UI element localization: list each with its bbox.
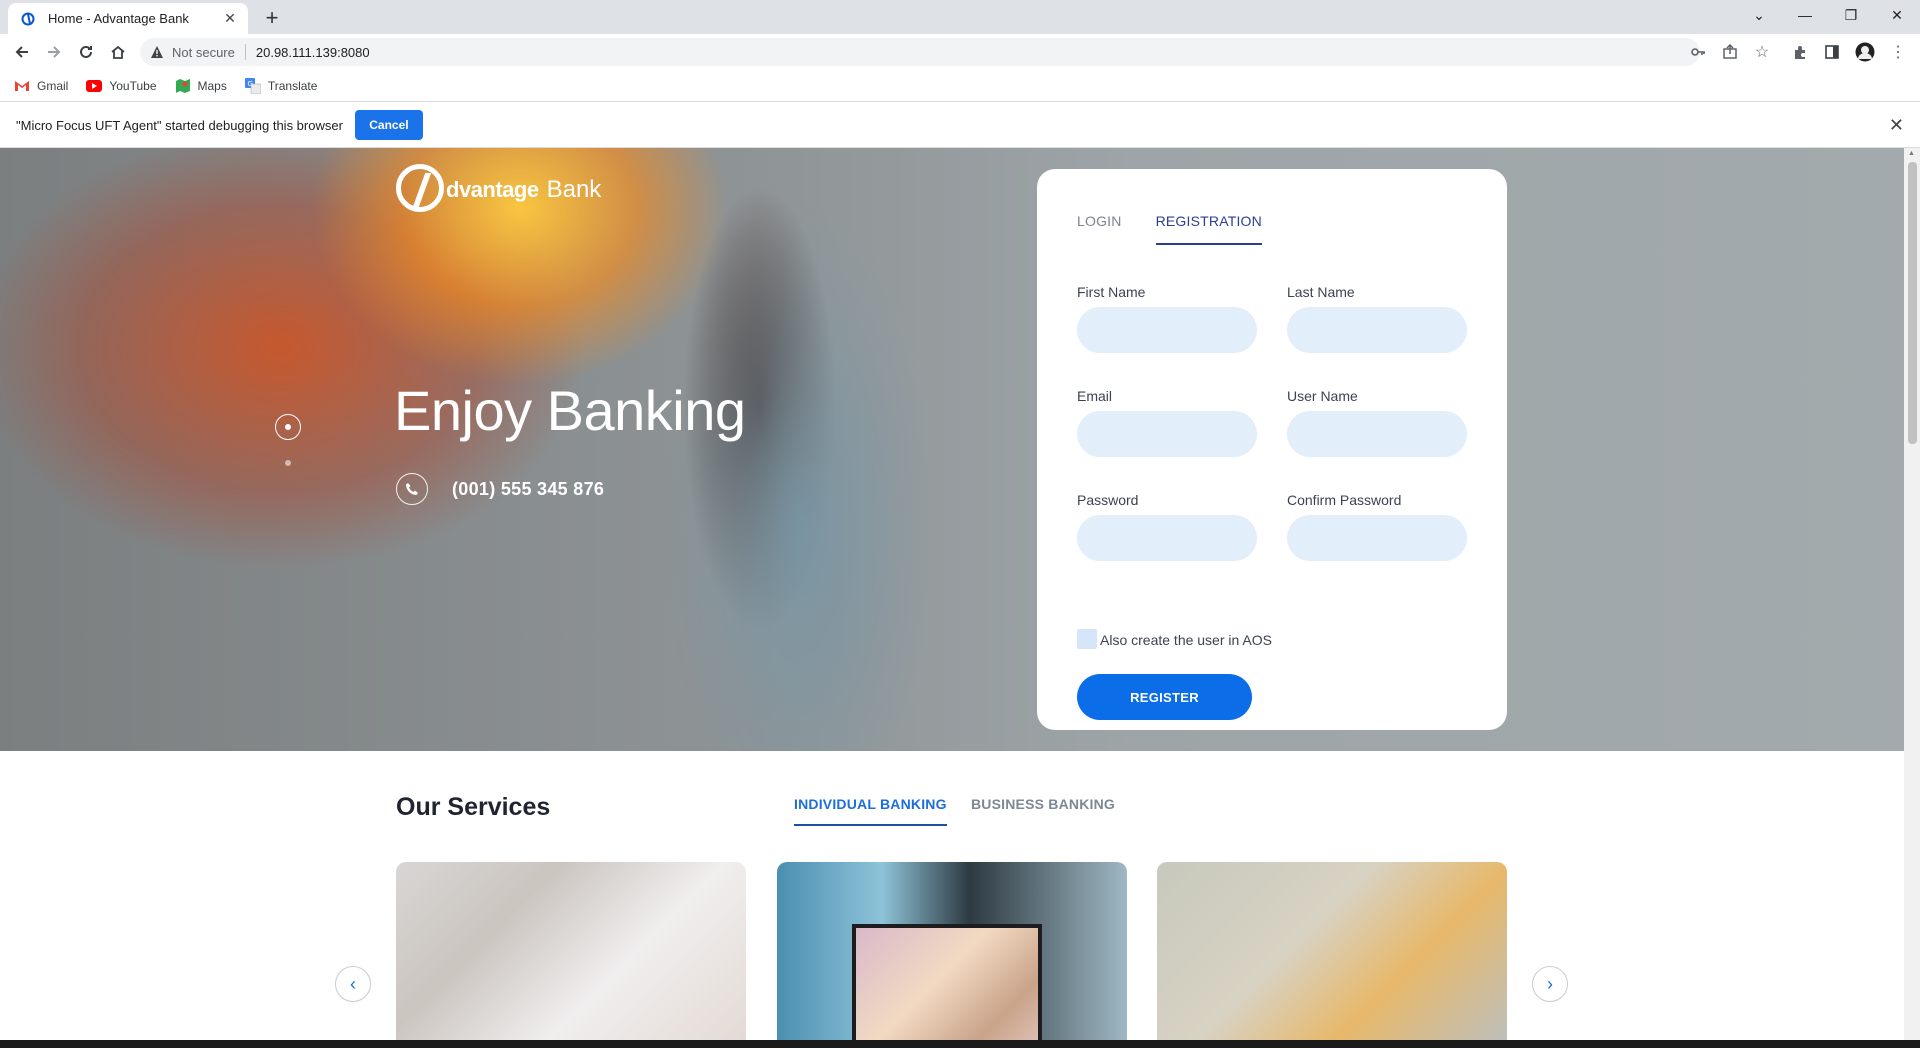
services-title: Our Services: [396, 793, 551, 821]
bookmark-star-icon[interactable]: ☆: [1752, 42, 1772, 62]
scroll-up-icon[interactable]: ▲: [1908, 150, 1916, 158]
bookmark-translate[interactable]: G Translate: [244, 77, 318, 94]
bookmark-label: YouTube: [109, 78, 157, 93]
share-icon[interactable]: [1720, 42, 1740, 62]
tab-business-banking[interactable]: BUSINESS BANKING: [971, 796, 1115, 824]
divider: [244, 44, 246, 60]
logo-bank: Bank: [546, 176, 602, 203]
browser-toolbar: Not secure 20.98.111.139:8080 ☆ ⋮: [0, 34, 1920, 70]
password-label: Password: [1077, 492, 1139, 508]
phone-icon: [396, 473, 428, 505]
close-tab-icon[interactable]: ✕: [222, 10, 238, 27]
auth-tabs: LOGIN REGISTRATION: [1077, 213, 1262, 245]
service-card-image[interactable]: [396, 862, 746, 1040]
create-aos-user-checkbox[interactable]: [1077, 629, 1097, 649]
cancel-debug-button[interactable]: Cancel: [354, 110, 423, 140]
bookmark-gmail[interactable]: Gmail: [14, 78, 68, 94]
hero-banner: dvantage Bank Enjoy Banking (001) 555 34…: [0, 148, 1904, 751]
side-panel-icon[interactable]: [1822, 42, 1842, 62]
back-icon[interactable]: [8, 38, 36, 66]
page-viewport: dvantage Bank Enjoy Banking (001) 555 34…: [0, 148, 1904, 1040]
bookmarks-bar: Gmail YouTube Maps G Translate: [0, 70, 1920, 102]
password-field[interactable]: [1077, 515, 1257, 561]
confirm-password-label: Confirm Password: [1287, 492, 1402, 508]
laptop-screen: [852, 924, 1042, 1040]
reload-icon[interactable]: [72, 38, 100, 66]
tab-individual-banking[interactable]: INDIVIDUAL BANKING: [794, 796, 947, 826]
youtube-icon: [86, 78, 103, 94]
service-card-image[interactable]: [777, 862, 1127, 1040]
extensions-icon[interactable]: [1790, 42, 1810, 62]
tab-registration[interactable]: REGISTRATION: [1155, 213, 1262, 245]
close-window-icon[interactable]: ✕: [1874, 0, 1920, 30]
logo-mark-icon: [396, 164, 444, 212]
bookmark-label: Maps: [197, 78, 227, 93]
page-scrollbar[interactable]: ▲: [1904, 148, 1920, 1040]
advantage-bank-logo[interactable]: dvantage Bank: [396, 164, 601, 212]
tab-title: Home - Advantage Bank: [48, 11, 189, 26]
forward-icon[interactable]: [40, 38, 68, 66]
home-icon[interactable]: [104, 38, 132, 66]
email-label: Email: [1077, 388, 1113, 404]
scrollbar-thumb[interactable]: [1908, 162, 1917, 444]
slider-pagination: [275, 414, 301, 466]
translate-icon: G: [244, 77, 261, 94]
new-tab-button[interactable]: +: [260, 5, 284, 30]
register-button[interactable]: REGISTER: [1077, 674, 1252, 720]
first-name-field[interactable]: [1077, 307, 1257, 353]
slider-dot-active[interactable]: [275, 414, 301, 440]
last-name-field[interactable]: [1287, 307, 1467, 353]
logo-word: dvantage: [446, 177, 539, 202]
maps-icon: [175, 78, 191, 94]
url-text[interactable]: 20.98.111.139:8080: [256, 45, 370, 60]
browser-tab[interactable]: Home - Advantage Bank ✕: [8, 3, 248, 34]
phone-number: (001) 555 345 876: [452, 478, 605, 499]
hero-title: Enjoy Banking: [394, 379, 746, 442]
slider-dot[interactable]: [285, 460, 291, 466]
close-infobar-icon[interactable]: ✕: [1889, 115, 1904, 136]
last-name-label: Last Name: [1287, 284, 1355, 300]
email-field[interactable]: [1077, 411, 1257, 457]
advantage-bank-favicon-icon: [20, 11, 36, 27]
gmail-icon: [14, 78, 30, 94]
service-card-image[interactable]: [1157, 862, 1507, 1040]
profile-avatar[interactable]: [1855, 42, 1875, 62]
key-icon[interactable]: [1688, 42, 1708, 62]
os-taskbar: [0, 1040, 1920, 1048]
restore-icon[interactable]: ❐: [1828, 0, 1874, 30]
warning-icon[interactable]: [150, 45, 164, 59]
user-name-field[interactable]: [1287, 411, 1467, 457]
menu-kebab-icon[interactable]: ⋮: [1888, 42, 1908, 62]
carousel-next-button[interactable]: ›: [1532, 966, 1568, 1002]
create-aos-user-label: Also create the user in AOS: [1100, 632, 1272, 648]
minimize-icon[interactable]: —: [1782, 0, 1828, 30]
carousel-prev-button[interactable]: ‹: [335, 966, 371, 1002]
infobar-message: "Micro Focus UFT Agent" started debuggin…: [16, 117, 343, 133]
tab-strip: Home - Advantage Bank ✕ + ⌄ — ❐ ✕: [0, 0, 1920, 34]
first-name-label: First Name: [1077, 284, 1146, 300]
bookmark-maps[interactable]: Maps: [175, 78, 227, 94]
auth-card: LOGIN REGISTRATION First Name Last Name …: [1037, 169, 1507, 730]
bookmark-label: Translate: [267, 78, 318, 93]
svg-text:G: G: [247, 80, 252, 88]
security-status: Not secure: [172, 44, 235, 60]
address-bar[interactable]: Not secure 20.98.111.139:8080: [140, 38, 1700, 66]
tab-login[interactable]: LOGIN: [1077, 213, 1122, 245]
bookmark-label: Gmail: [37, 78, 69, 93]
debug-infobar: "Micro Focus UFT Agent" started debuggin…: [0, 103, 1920, 148]
bookmark-youtube[interactable]: YouTube: [86, 78, 157, 94]
user-name-label: User Name: [1287, 388, 1358, 404]
tab-search-icon[interactable]: ⌄: [1736, 0, 1782, 30]
confirm-password-field[interactable]: [1287, 515, 1467, 561]
phone-contact: (001) 555 345 876: [396, 473, 604, 505]
